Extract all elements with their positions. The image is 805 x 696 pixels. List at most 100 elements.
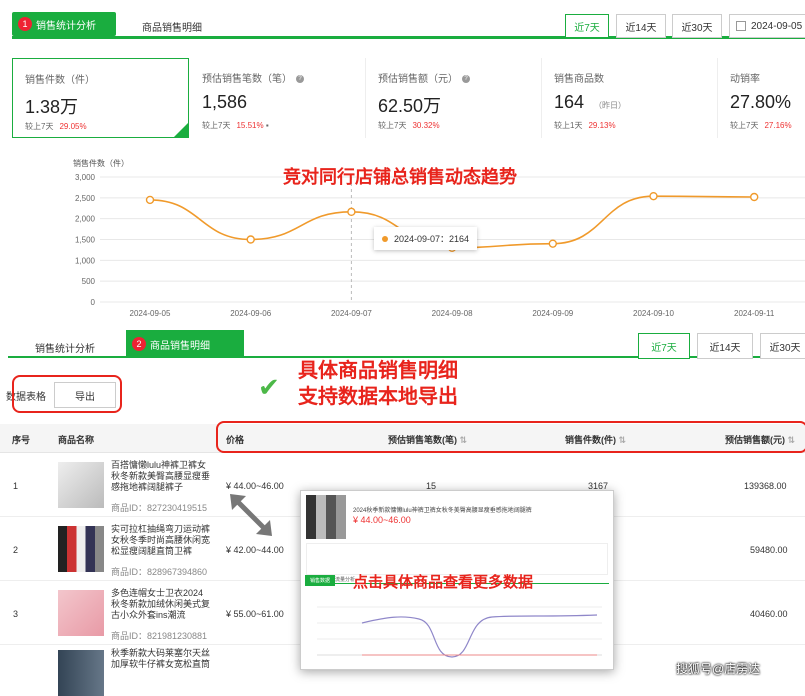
range-14d-button[interactable]: 近14天 bbox=[616, 14, 666, 38]
stat-compare: 较上7天 29.05% bbox=[25, 122, 87, 131]
row-amount: 59480.00 bbox=[750, 545, 788, 555]
stat-card-qty[interactable]: 销售件数（件） 1.38万 较上7天 29.05% bbox=[12, 58, 189, 138]
x-tick-label: 2024-09-10 bbox=[633, 309, 674, 318]
x-tick-label: 2024-09-07 bbox=[331, 309, 372, 318]
stat-card-amount[interactable]: 预估销售额（元）? 62.50万 较上7天 30.32% bbox=[366, 58, 542, 138]
stat-label: 预估销售额（元）? bbox=[378, 70, 470, 85]
range-30d-button[interactable]: 近30天 bbox=[672, 14, 722, 38]
row-idx: 1 bbox=[13, 481, 19, 491]
tab-sales-analysis-2[interactable]: 销售统计分析 bbox=[35, 340, 95, 355]
range-30d-button-2[interactable]: 近30天 bbox=[760, 333, 805, 359]
x-tick-label: 2024-09-08 bbox=[432, 309, 473, 318]
checkmark-icon: ✔ bbox=[258, 372, 280, 402]
data-point bbox=[750, 192, 759, 202]
row-idx: 3 bbox=[13, 609, 19, 619]
stat-card-orders[interactable]: 预估销售笔数（笔）? 1,586 较上7天 15.51% ▪ bbox=[190, 58, 366, 138]
expand-arrow-icon bbox=[230, 494, 272, 536]
stat-compare: 较上7天 27.16% bbox=[730, 121, 792, 130]
chart-tooltip: 2024-09-07：2164 bbox=[374, 227, 478, 250]
sort-icon: ⇅ bbox=[459, 435, 468, 445]
selected-corner-icon bbox=[174, 123, 188, 137]
product-id: 商品ID：827230419515 bbox=[111, 503, 208, 513]
col-amount[interactable]: 预估销售额(元) ⇅ bbox=[725, 433, 795, 446]
sort-icon: ⇅ bbox=[787, 435, 796, 445]
y-tick-label: 500 bbox=[82, 277, 96, 286]
product-title[interactable]: 多色连帽女士卫衣2024秋冬新款加绒休闲美式复古小众外套ins潮流 bbox=[111, 588, 211, 622]
date-picker[interactable]: 2024-09-05 bbox=[729, 14, 805, 38]
tooltip-dot-icon bbox=[382, 235, 388, 242]
row-price: ¥ 44.00~46.00 bbox=[226, 481, 284, 491]
detail-annotation: 具体商品销售明细 支持数据本地导出 bbox=[298, 360, 458, 408]
product-detail-popup[interactable]: 2024秋季新款慵懒lulu神裤卫裤女秋冬美臀高腰显瘦垂感拖地阔腿裤 ¥ 44.… bbox=[300, 490, 614, 670]
stat-compare: 较上1天 29.13% bbox=[554, 121, 616, 130]
stat-card-sell-through[interactable]: 动销率 27.80% 较上7天 27.16% bbox=[718, 58, 805, 138]
tab-product-detail[interactable]: 商品销售明细 bbox=[142, 19, 202, 34]
x-tick-label: 2024-09-05 bbox=[130, 309, 171, 318]
range-7d-button[interactable]: 近7天 bbox=[565, 14, 609, 38]
header-highlight bbox=[216, 421, 805, 453]
product-thumbnail[interactable] bbox=[58, 526, 104, 572]
popup-title: 2024秋季新款慵懒lulu神裤卫裤女秋冬美臀高腰显瘦垂感拖地阔腿裤 bbox=[353, 508, 532, 514]
chart-y-label: 销售件数（件） bbox=[73, 159, 129, 168]
row-price: ¥ 55.00~61.00 bbox=[226, 609, 284, 619]
date-value: 2024-09-05 bbox=[751, 20, 803, 32]
row-amount: 139368.00 bbox=[744, 481, 787, 491]
data-point bbox=[649, 191, 658, 201]
popup-tab-traffic[interactable]: 流量分析 bbox=[335, 576, 355, 583]
y-tick-label: 2,500 bbox=[75, 194, 96, 203]
row-price: ¥ 42.00~44.00 bbox=[226, 545, 284, 555]
stat-label: 动销率 bbox=[730, 74, 760, 85]
stat-label: 销售商品数 bbox=[554, 74, 604, 85]
help-icon: ? bbox=[462, 75, 470, 84]
product-title[interactable]: 实可拉杠抽绳弯刀运动裤女秋冬季时尚高腰休闲宽松显瘦阔腿直筒卫裤 bbox=[111, 524, 211, 558]
product-id: 商品ID：828967394860 bbox=[111, 567, 208, 577]
popup-mini-chart bbox=[317, 606, 602, 658]
stat-label: 预估销售笔数（笔）? bbox=[202, 70, 304, 85]
step-badge: 2 bbox=[132, 337, 146, 351]
col-idx: 序号 bbox=[12, 435, 31, 445]
popup-thumbnail bbox=[306, 495, 346, 539]
product-thumbnail[interactable] bbox=[58, 650, 104, 696]
help-icon: ? bbox=[296, 75, 304, 84]
stat-value: 27.80% bbox=[730, 92, 792, 112]
product-thumbnail[interactable] bbox=[58, 462, 104, 508]
data-point bbox=[548, 239, 557, 248]
stat-card-products[interactable]: 销售商品数 164 （昨日） 较上1天 29.13% bbox=[542, 58, 718, 138]
row-amount: 40460.00 bbox=[750, 609, 788, 619]
data-point bbox=[347, 207, 356, 217]
data-point bbox=[246, 235, 255, 244]
col-qty[interactable]: 销售件数(件) ⇅ bbox=[565, 433, 626, 446]
range-7d-button-2[interactable]: 近7天 bbox=[638, 333, 690, 359]
product-title[interactable]: 秋季新款大码莱塞尔天丝加厚软牛仔裤女宽松直筒 bbox=[111, 648, 211, 678]
y-tick-label: 3,000 bbox=[75, 173, 96, 182]
product-title[interactable]: 百搭慵懒lulu神裤卫裤女秋冬新款美臀高腰显瘦垂感拖地裤阔腿裤子 bbox=[111, 460, 211, 494]
export-button[interactable]: 导出 bbox=[54, 382, 116, 408]
x-tick-label: 2024-09-06 bbox=[230, 309, 271, 318]
popup-tab-sales[interactable]: 销售数据 bbox=[305, 575, 336, 586]
popup-price: ¥ 44.00~46.00 bbox=[353, 515, 411, 525]
row-idx: 2 bbox=[13, 545, 19, 555]
y-tick-label: 0 bbox=[91, 298, 96, 307]
step-badge: 1 bbox=[18, 17, 32, 31]
stat-value: 164 （昨日） bbox=[554, 92, 627, 112]
tab-product-detail-active[interactable]: 2 商品销售明细 bbox=[126, 330, 244, 358]
watermark: 搜狐号@店雳达 bbox=[676, 662, 761, 676]
stat-label: 销售件数（件） bbox=[25, 75, 95, 86]
stat-value: 1.38万 bbox=[25, 97, 79, 117]
click-annotation: 点击具体商品查看更多数据 bbox=[353, 574, 534, 591]
stat-value: 62.50万 bbox=[378, 96, 442, 116]
sort-icon: ⇅ bbox=[618, 435, 627, 445]
y-tick-label: 2,000 bbox=[75, 215, 96, 224]
y-tick-label: 1,500 bbox=[75, 236, 96, 245]
col-name: 商品名称 bbox=[58, 435, 95, 445]
x-tick-label: 2024-09-11 bbox=[734, 309, 775, 318]
col-orders[interactable]: 预估销售笔数(笔) ⇅ bbox=[388, 433, 467, 446]
y-tick-label: 1,000 bbox=[75, 256, 96, 265]
range-14d-button-2[interactable]: 近14天 bbox=[697, 333, 753, 359]
data-point bbox=[145, 195, 155, 205]
x-tick-label: 2024-09-09 bbox=[532, 309, 573, 318]
product-id: 商品ID：821981230881 bbox=[111, 631, 208, 641]
tab-sales-analysis[interactable]: 1 销售统计分析 bbox=[12, 12, 116, 36]
product-thumbnail[interactable] bbox=[58, 590, 104, 636]
calendar-icon bbox=[736, 21, 746, 31]
